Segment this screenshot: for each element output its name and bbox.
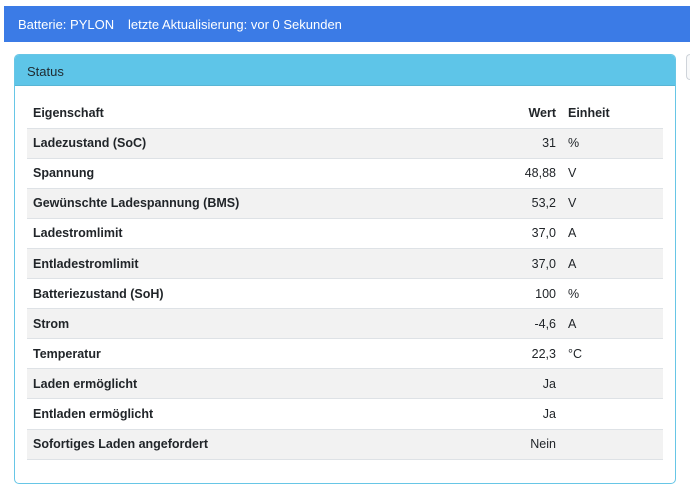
column-header-property: Eigenschaft — [33, 105, 104, 120]
row-value: 53,2 — [531, 196, 556, 211]
row-unit: V — [568, 166, 577, 181]
table-row: Ladestromlimit 37,0 A — [27, 218, 663, 248]
status-card: Status Eigenschaft Wert Einheit Ladezust… — [14, 54, 676, 484]
table-row: Sofortiges Laden angefordert Nein — [27, 429, 663, 460]
column-header-value: Wert — [528, 105, 556, 120]
row-unit — [561, 399, 663, 429]
row-unit: % — [568, 286, 580, 301]
row-unit: % — [568, 136, 580, 151]
row-property: Temperatur — [33, 346, 101, 361]
row-unit: A — [568, 226, 577, 241]
row-value: 37,0 — [531, 226, 556, 241]
side-panel-edge[interactable] — [686, 54, 690, 80]
row-property: Strom — [33, 316, 70, 331]
row-property: Gewünschte Ladespannung (BMS) — [33, 196, 240, 211]
table-row: Ladezustand (SoC) 31% — [27, 128, 663, 159]
row-unit: A — [568, 316, 577, 331]
table-row: Temperatur 22,3 °C — [27, 338, 663, 369]
status-table: Eigenschaft Wert Einheit Ladezustand (So… — [27, 98, 663, 460]
row-property: Entladestromlimit — [33, 256, 139, 271]
row-value: 22,3 — [531, 346, 556, 361]
battery-name: Batterie: PYLON — [18, 17, 115, 32]
row-unit: V — [568, 196, 577, 211]
row-property: Laden ermöglicht — [33, 376, 138, 391]
row-value: 48,88 — [524, 166, 556, 181]
row-property: Ladestromlimit — [33, 226, 123, 241]
row-value: 100 — [535, 286, 556, 301]
row-property: Sofortiges Laden angefordert — [33, 437, 209, 452]
row-value: 31 — [542, 136, 556, 151]
table-row: Strom -4,6 A — [27, 308, 663, 339]
table-row: Batteriezustand (SoH) 100% — [27, 278, 663, 309]
row-value: Ja — [542, 406, 556, 421]
status-card-body: Eigenschaft Wert Einheit Ladezustand (So… — [27, 98, 663, 460]
table-row: Entladen ermöglicht Ja — [27, 398, 663, 429]
row-unit — [561, 369, 663, 399]
row-property: Batteriezustand (SoH) — [33, 286, 164, 301]
status-card-header: Status — [15, 55, 675, 86]
row-value: -4,6 — [534, 316, 556, 331]
row-value: Nein — [530, 437, 556, 452]
table-row: Spannung 48,88 V — [27, 158, 663, 188]
column-header-unit: Einheit — [568, 105, 610, 120]
row-property: Ladezustand (SoC) — [33, 136, 147, 151]
top-navbar: Batterie: PYLON letzte Aktualisierung: v… — [4, 6, 690, 42]
table-row: Entladestromlimit 37,0 A — [27, 248, 663, 279]
row-unit — [561, 429, 663, 459]
table-header-row: Eigenschaft Wert Einheit — [27, 98, 663, 128]
last-update-text: letzte Aktualisierung: vor 0 Sekunden — [128, 17, 342, 32]
row-value: 37,0 — [531, 256, 556, 271]
row-property: Entladen ermöglicht — [33, 406, 154, 421]
row-value: Ja — [542, 376, 556, 391]
row-unit: A — [568, 256, 577, 271]
table-row: Laden ermöglicht Ja — [27, 368, 663, 399]
row-unit: °C — [568, 346, 583, 361]
table-row: Gewünschte Ladespannung (BMS) 53,2 V — [27, 188, 663, 219]
row-property: Spannung — [33, 166, 95, 181]
